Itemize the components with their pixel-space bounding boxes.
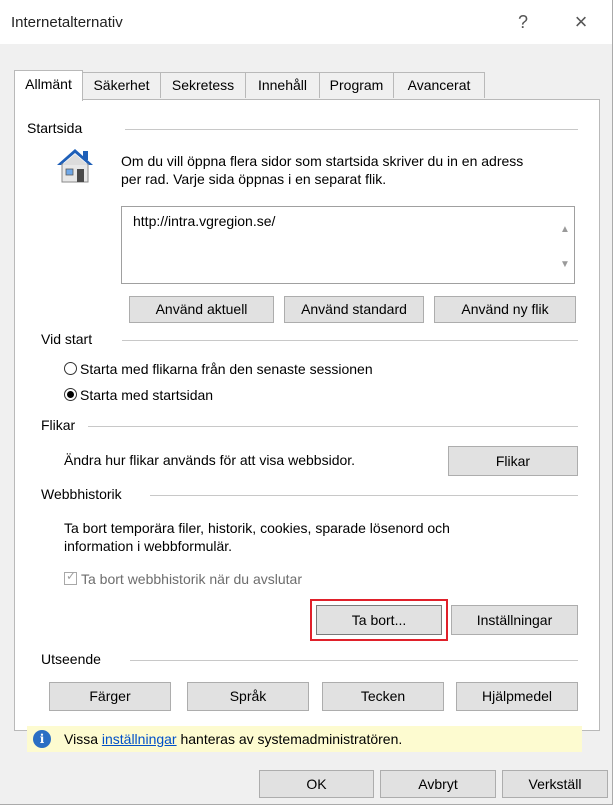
homepage-description-line1: Om du vill öppna flera sidor som startsi…	[121, 153, 524, 169]
help-button[interactable]: ?	[510, 8, 536, 36]
radio-start-homepage[interactable]	[64, 388, 77, 401]
title-bar: Internetalternativ ? ×	[0, 0, 612, 44]
group-title-browsing-history: Webbhistorik	[41, 486, 126, 502]
group-title-startup: Vid start	[41, 331, 97, 347]
group-divider	[130, 660, 578, 661]
history-settings-button[interactable]: Inställningar	[451, 605, 578, 635]
use-current-button[interactable]: Använd aktuell	[129, 296, 274, 323]
accessibility-button[interactable]: Hjälpmedel	[456, 682, 578, 711]
group-title-homepage: Startsida	[27, 120, 87, 136]
history-description-line1: Ta bort temporära filer, historik, cooki…	[64, 520, 450, 536]
admin-info-bar: i Vissa inställningar hanteras av system…	[27, 726, 582, 752]
group-divider	[88, 426, 578, 427]
radio-label-start-homepage[interactable]: Starta med startsidan	[80, 386, 213, 404]
scroll-up-icon[interactable]: ▲	[560, 224, 570, 235]
languages-button[interactable]: Språk	[187, 682, 309, 711]
use-new-tab-button[interactable]: Använd ny flik	[434, 296, 576, 323]
tabs-settings-button[interactable]: Flikar	[448, 446, 578, 476]
homepage-description-line2: per rad. Varje sida öppnas i en separat …	[121, 171, 387, 187]
settings-link[interactable]: inställningar	[102, 731, 177, 747]
tab-privacy[interactable]: Sekretess	[160, 72, 246, 98]
info-icon: i	[33, 730, 51, 748]
group-divider	[125, 129, 578, 130]
house-icon	[57, 149, 93, 183]
internet-options-dialog: Internetalternativ ? × Allmänt Säkerhet …	[0, 0, 613, 805]
tab-advanced[interactable]: Avancerat	[393, 72, 485, 98]
fonts-button[interactable]: Tecken	[322, 682, 444, 711]
colors-button[interactable]: Färger	[49, 682, 171, 711]
radio-label-restore-session[interactable]: Starta med flikarna från den senaste ses…	[80, 360, 373, 378]
delete-history-button[interactable]: Ta bort...	[316, 605, 442, 635]
ok-button[interactable]: OK	[259, 770, 374, 798]
cancel-button[interactable]: Avbryt	[380, 770, 496, 798]
tab-general[interactable]: Allmänt	[14, 70, 83, 101]
admin-info-text: Vissa inställningar hanteras av systemad…	[64, 731, 403, 747]
close-button[interactable]: ×	[566, 8, 596, 36]
tab-programs[interactable]: Program	[319, 72, 394, 98]
tab-security[interactable]: Säkerhet	[82, 72, 161, 98]
tab-content[interactable]: Innehåll	[245, 72, 320, 98]
apply-button[interactable]: Verkställ	[502, 770, 608, 798]
delete-on-exit-checkbox[interactable]: ✓	[64, 569, 77, 585]
group-title-appearance: Utseende	[41, 651, 105, 667]
radio-restore-session[interactable]	[64, 362, 77, 375]
delete-on-exit-label[interactable]: Ta bort webbhistorik när du avslutar	[81, 570, 302, 588]
scroll-down-icon[interactable]: ▼	[560, 259, 570, 270]
homepage-url-textarea[interactable]: http://intra.vgregion.se/ ▲ ▼	[121, 206, 575, 284]
tabs-description: Ändra hur flikar används för att visa we…	[64, 452, 356, 468]
textarea-scrollbar[interactable]: ▲ ▼	[556, 207, 574, 283]
group-divider	[150, 495, 578, 496]
general-tab-panel	[14, 99, 600, 731]
group-divider	[122, 340, 578, 341]
history-description-line2: information i webbformulär.	[64, 538, 233, 554]
homepage-url-value: http://intra.vgregion.se/	[133, 213, 276, 229]
window-title: Internetalternativ	[11, 14, 123, 31]
group-title-tabs: Flikar	[41, 417, 80, 433]
use-default-button[interactable]: Använd standard	[284, 296, 424, 323]
